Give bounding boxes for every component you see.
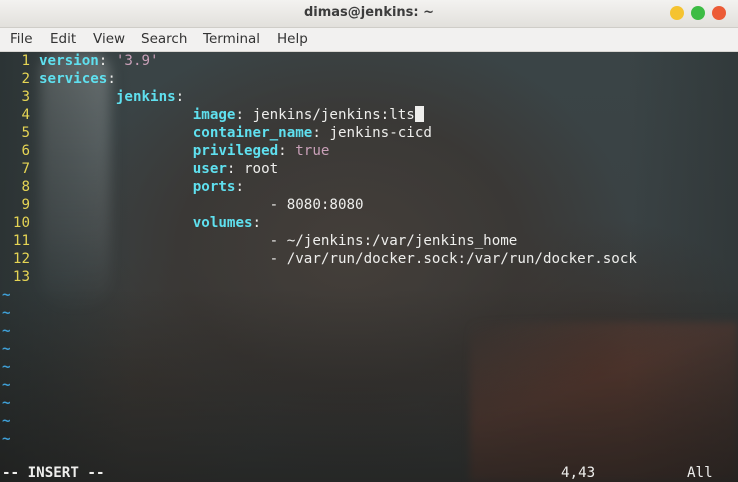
window-title: dimas@jenkins: ~ (303, 5, 435, 20)
yaml-value: ~/jenkins:/var/jenkins_home (286, 233, 518, 249)
line-number: 5 (21, 125, 30, 141)
editor-line: 8 ports: (0, 178, 738, 196)
menu-search[interactable]: Search (141, 31, 187, 47)
line-number: 3 (21, 89, 30, 105)
yaml-key: version (39, 53, 99, 69)
line-number: 1 (21, 53, 30, 69)
line-number: 13 (12, 269, 30, 285)
close-button[interactable] (712, 6, 726, 20)
editor-buffer[interactable]: 1 version: '3.9' 2 services: 3 jenkins: 4 ima… (0, 52, 738, 448)
editor-line: 5 container_name: jenkins-cicd (0, 124, 738, 142)
menu-view[interactable]: View (93, 31, 125, 47)
line-number: 7 (21, 161, 30, 177)
scroll-position: All (687, 465, 713, 481)
yaml-key: jenkins (115, 89, 176, 105)
yaml-separator: : (235, 107, 253, 123)
yaml-key: user (192, 161, 227, 177)
editor-line: 1 version: '3.9' (0, 52, 738, 70)
yaml-value: jenkins/jenkins:lts (252, 107, 415, 123)
terminal-window: dimas@jenkins: ~ File Edit View Search T… (0, 0, 738, 482)
line-number: 2 (21, 71, 30, 87)
menu-help[interactable]: Help (277, 31, 308, 47)
text-cursor (414, 106, 424, 122)
yaml-value: root (244, 161, 279, 177)
editor-line: 3 jenkins: (0, 88, 738, 106)
yaml-key: ports (192, 179, 236, 195)
yaml-value: jenkins-cicd (329, 125, 432, 141)
empty-line-marker: ~ (2, 359, 11, 375)
vim-status-line: -- INSERT -- 4,43 All (0, 464, 738, 482)
yaml-separator: : (252, 215, 262, 231)
cursor-position: 4,43 (561, 465, 596, 481)
line-number: 11 (12, 233, 30, 249)
editor-line: 7 user: root (0, 160, 738, 178)
yaml-separator: : (107, 71, 116, 87)
line-number: 9 (21, 197, 30, 213)
yaml-separator: : (312, 125, 330, 141)
yaml-separator: : (98, 53, 116, 69)
yaml-list-dash: - (269, 251, 287, 267)
yaml-separator: : (175, 89, 185, 105)
editor-line: 2 services: (0, 70, 738, 88)
yaml-list-dash: - (269, 233, 287, 249)
empty-line-marker: ~ (2, 413, 11, 429)
title-bar[interactable]: dimas@jenkins: ~ (0, 0, 738, 28)
menu-terminal[interactable]: Terminal (203, 31, 260, 47)
yaml-key: image (192, 107, 236, 123)
yaml-key: privileged (192, 143, 279, 159)
empty-line-marker: ~ (2, 377, 11, 393)
editor-line: 6 privileged: true (0, 142, 738, 160)
menu-bar: File Edit View Search Terminal Help (0, 28, 738, 52)
menu-file[interactable]: File (10, 31, 33, 47)
editor-line: 12 - /var/run/docker.sock:/var/run/docke… (0, 250, 738, 268)
maximize-button[interactable] (691, 6, 705, 20)
yaml-key: volumes (192, 215, 253, 231)
editor-line: 13 (0, 268, 738, 286)
empty-line-marker: ~ (2, 341, 11, 357)
yaml-value: true (295, 143, 330, 159)
editor-line: 9 - 8080:8080 (0, 196, 738, 214)
line-number: 12 (12, 251, 30, 267)
line-number: 10 (12, 215, 30, 231)
yaml-list-dash: - (269, 197, 287, 213)
yaml-key: services (39, 71, 108, 87)
empty-line-marker: ~ (2, 395, 11, 411)
terminal-area[interactable]: 1 version: '3.9' 2 services: 3 jenkins: 4 ima… (0, 52, 738, 482)
menu-edit[interactable]: Edit (50, 31, 76, 47)
empty-line-marker: ~ (2, 287, 11, 303)
yaml-value: 8080:8080 (286, 197, 364, 213)
yaml-key: container_name (192, 125, 313, 141)
yaml-separator: : (278, 143, 296, 159)
line-number: 6 (21, 143, 30, 159)
editor-line: 11 - ~/jenkins:/var/jenkins_home (0, 232, 738, 250)
empty-line-marker: ~ (2, 305, 11, 321)
line-number: 4 (21, 107, 30, 123)
yaml-value: /var/run/docker.sock:/var/run/docker.soc… (286, 251, 637, 267)
minimize-button[interactable] (670, 6, 684, 20)
empty-line-marker: ~ (2, 431, 11, 447)
empty-line-marker: ~ (2, 323, 11, 339)
editor-line: 4 image: jenkins/jenkins:lts (0, 106, 738, 124)
yaml-separator: : (226, 161, 245, 177)
mode-indicator: -- INSERT -- (2, 465, 105, 481)
yaml-separator: : (235, 179, 245, 195)
editor-line: 10 volumes: (0, 214, 738, 232)
yaml-value: '3.9' (115, 53, 159, 69)
line-number: 8 (21, 179, 30, 195)
